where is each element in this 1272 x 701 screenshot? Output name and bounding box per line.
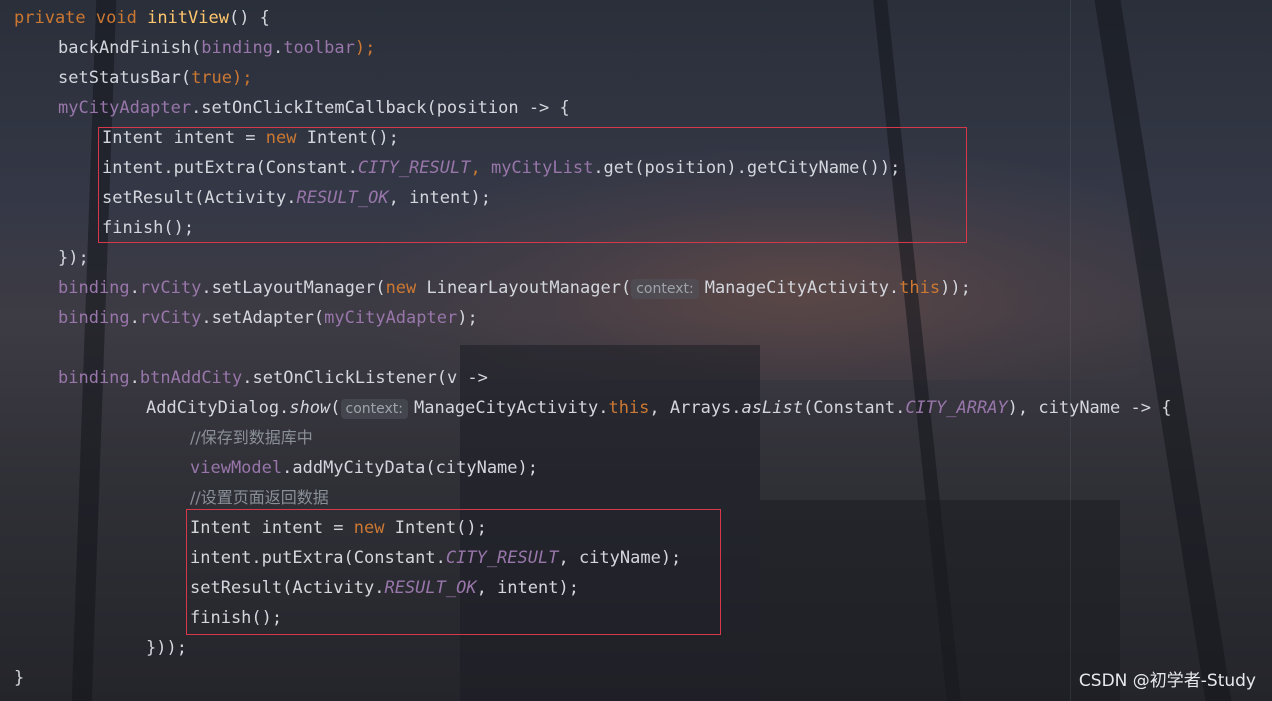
code-editor[interactable]: private void initView() { backAndFinish(… <box>0 0 1272 701</box>
code-line-11: binding.rvCity.setAdapter(myCityAdapter)… <box>58 308 478 328</box>
code-comment-1: //保存到数据库中 <box>190 428 313 447</box>
highlight-box-dialog <box>186 509 721 635</box>
code-line-1: private void initView() { <box>14 8 270 28</box>
csdn-watermark: CSDN @初学者-Study <box>1078 671 1256 691</box>
code-line-13: binding.btnAddCity.setOnClickListener(v … <box>58 368 488 388</box>
parameter-hint: context: <box>340 399 408 419</box>
code-line-9: }); <box>58 248 89 268</box>
code-line-3: setStatusBar(true); <box>58 68 253 88</box>
code-line-10: binding.rvCity.setLayoutManager(new Line… <box>58 278 971 299</box>
code-line-16: viewModel.addMyCityData(cityName); <box>190 458 538 478</box>
code-line-4: myCityAdapter.setOnClickItemCallback(pos… <box>58 98 570 118</box>
code-line-2: backAndFinish(binding.toolbar); <box>58 38 376 58</box>
highlight-box-callback <box>98 127 967 243</box>
code-line-14: AddCityDialog.show(context: ManageCityAct… <box>146 398 1172 419</box>
parameter-hint: context: <box>631 279 699 299</box>
code-line-23: } <box>14 668 25 688</box>
code-line-22: })); <box>146 638 187 658</box>
